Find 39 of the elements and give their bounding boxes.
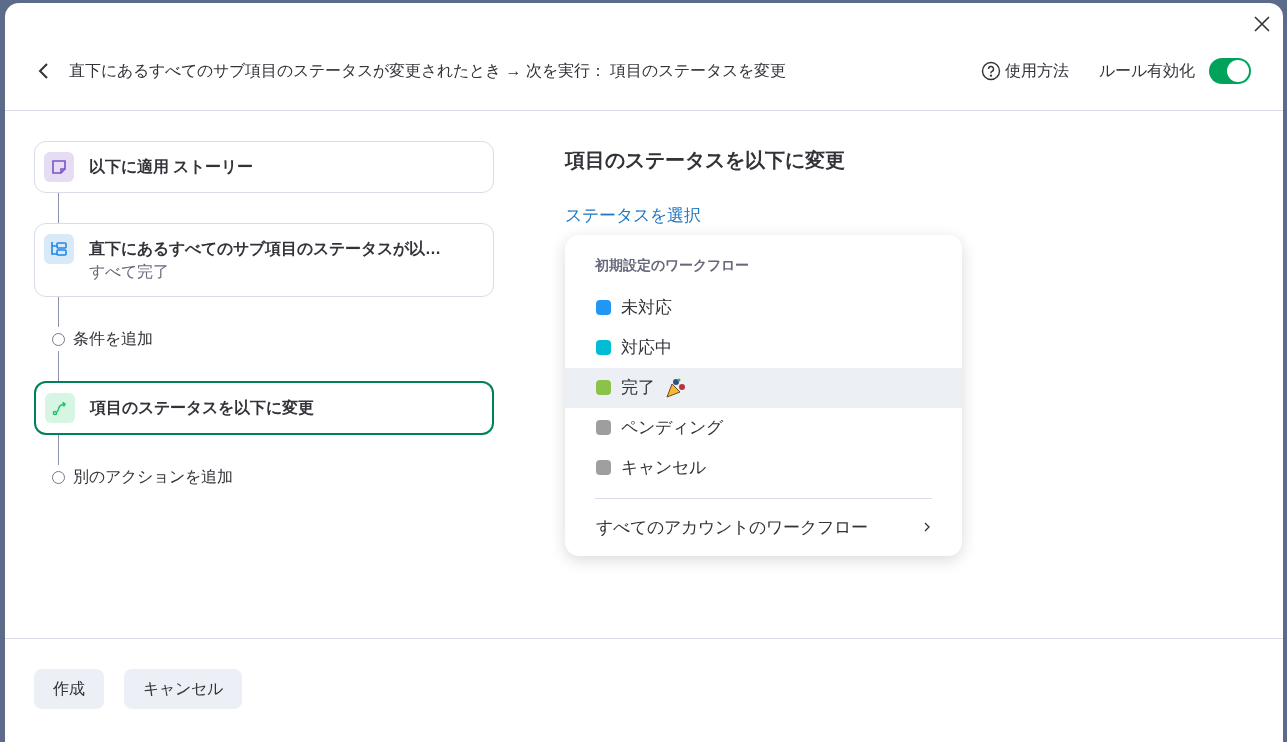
add-step-link[interactable]: 別のアクションを追加 xyxy=(73,465,233,489)
dropdown-section-title: 初期設定のワークフロー xyxy=(594,255,750,275)
party-popper-icon xyxy=(665,376,687,399)
status-option[interactable]: ペンディング xyxy=(565,407,962,448)
status-label: 完了 xyxy=(621,376,655,399)
close-icon[interactable] xyxy=(1253,15,1271,33)
toggle-label: ルール有効化 xyxy=(1099,60,1195,81)
step-subtitle: すべて完了 xyxy=(89,262,170,282)
step-title: 項目のステータスを以下に変更 xyxy=(90,398,314,418)
footer-button[interactable]: キャンセル xyxy=(124,669,242,709)
status-label: キャンセル xyxy=(621,456,706,479)
all-workflows-item[interactable]: すべてのアカウントのワークフロー xyxy=(565,508,962,546)
rule-title: 直下にあるすべてのサブ項目のステータスが変更されたとき → 次を実行： 項目のステータスを変更 xyxy=(69,60,787,81)
panel-heading: 項目のステータスを以下に変更 xyxy=(565,148,845,173)
status-label: ペンディング xyxy=(621,416,723,439)
help-icon xyxy=(981,60,1001,81)
footer-button[interactable]: 作成 xyxy=(34,669,104,709)
step-card[interactable]: 直下にあるすべてのサブ項目のステータスが以… すべて完了 xyxy=(34,223,494,297)
help-link[interactable]: 使用方法 xyxy=(981,58,1069,83)
step-title: 以下に適用 ストーリー xyxy=(89,157,254,177)
status-label: 未対応 xyxy=(621,296,672,319)
back-icon[interactable] xyxy=(37,61,49,80)
add-node-icon xyxy=(52,470,65,484)
add-step-link[interactable]: 条件を追加 xyxy=(73,327,153,351)
step-card[interactable]: 項目のステータスを以下に変更 xyxy=(34,381,494,435)
note-icon xyxy=(51,159,67,175)
add-node-icon xyxy=(52,332,65,346)
status-option[interactable]: 未対応 xyxy=(565,287,962,328)
status-option[interactable]: 完了 xyxy=(565,367,962,408)
step-title: 直下にあるすべてのサブ項目のステータスが以… xyxy=(89,239,441,259)
status-label: 対応中 xyxy=(621,336,672,359)
rule-toggle[interactable] xyxy=(1209,57,1251,84)
select-status-link[interactable]: ステータスを選択 xyxy=(565,203,701,229)
hierarchy-icon xyxy=(50,241,68,257)
status-option[interactable]: 対応中 xyxy=(565,327,962,368)
status-option[interactable]: キャンセル xyxy=(565,447,962,488)
step-card[interactable]: 以下に適用 ストーリー xyxy=(34,141,494,193)
chevron-right-icon xyxy=(923,521,931,534)
route-icon xyxy=(52,400,68,416)
